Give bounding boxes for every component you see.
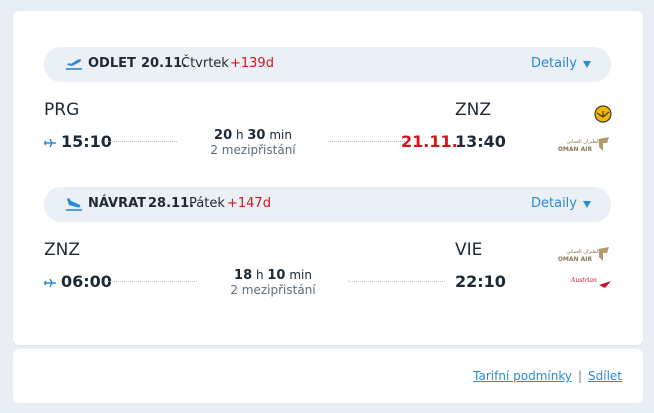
outbound-origin-code: PRG xyxy=(44,100,80,120)
svg-text:OMAN AIR: OMAN AIR xyxy=(558,146,593,153)
footer-links: Tarifní podmínky | Sdílet xyxy=(473,369,622,383)
inbound-weekday: Pátek xyxy=(189,196,225,211)
inbound-detail-label: Detaily xyxy=(531,196,577,211)
inbound-detail-toggle[interactable]: Detaily xyxy=(531,196,591,211)
outbound-destination-code: ZNZ xyxy=(455,100,492,120)
footer: Tarifní podmínky | Sdílet xyxy=(13,349,643,403)
fare-rules-link[interactable]: Tarifní podmínky xyxy=(473,369,572,383)
svg-text:Austrian: Austrian xyxy=(570,277,597,284)
inbound-duration: 18 h 10 min 2 mezipřistání xyxy=(198,268,348,298)
outbound-detail-label: Detaily xyxy=(531,56,577,71)
outbound-weekday: Čtvrtek xyxy=(181,56,229,71)
chevron-down-icon xyxy=(583,200,591,208)
plane-icon xyxy=(44,138,56,148)
inbound-departure-time: 06:00 xyxy=(61,272,112,291)
inbound-destination-code: VIE xyxy=(455,240,483,260)
outbound-duration: 20 h 30 min 2 mezipřistání xyxy=(178,128,328,158)
takeoff-icon xyxy=(66,59,82,70)
svg-text:OMAN AIR: OMAN AIR xyxy=(558,256,593,263)
outbound-arrival-time: 13:40 xyxy=(455,132,506,151)
outbound-day-diff: +139d xyxy=(230,56,274,71)
oman-air-logo: الطيران العماني OMAN AIR xyxy=(553,245,613,265)
outbound-stops: 2 mezipřistání xyxy=(210,143,296,157)
inbound-duration-text: 18 h 10 min xyxy=(234,268,312,283)
inbound-header: NÁVRAT 28.11. Pátek +147d Detaily xyxy=(44,187,611,222)
outbound-header: ODLET 20.11. Čtvrtek +139d Detaily xyxy=(44,47,611,82)
itinerary-card: ODLET 20.11. Čtvrtek +139d Detaily PRG Z… xyxy=(13,11,643,345)
oman-air-logo: الطيران العماني OMAN AIR xyxy=(553,135,613,155)
inbound-date: 28.11. xyxy=(148,196,195,211)
austrian-logo: Austrian xyxy=(569,275,613,291)
outbound-departure-time: 15:10 xyxy=(61,132,112,151)
plane-icon xyxy=(44,278,56,288)
outbound-duration-text: 20 h 30 min xyxy=(214,128,292,143)
chevron-down-icon xyxy=(583,60,591,68)
inbound-stops: 2 mezipřistání xyxy=(230,283,316,297)
inbound-arrival-time: 22:10 xyxy=(455,272,506,291)
outbound-arrival-date: 21.11. xyxy=(401,132,458,151)
share-link[interactable]: Sdílet xyxy=(588,369,622,383)
lufthansa-logo xyxy=(594,105,612,123)
inbound-day-diff: +147d xyxy=(227,196,271,211)
inbound-direction: NÁVRAT xyxy=(88,196,147,211)
inbound-origin-code: ZNZ xyxy=(44,240,81,260)
footer-separator: | xyxy=(577,369,582,383)
svg-text:الطيران العماني: الطيران العماني xyxy=(566,139,599,145)
outbound-direction: ODLET xyxy=(88,56,136,71)
svg-text:الطيران العماني: الطيران العماني xyxy=(566,249,599,255)
outbound-detail-toggle[interactable]: Detaily xyxy=(531,56,591,71)
landing-icon xyxy=(66,198,82,211)
